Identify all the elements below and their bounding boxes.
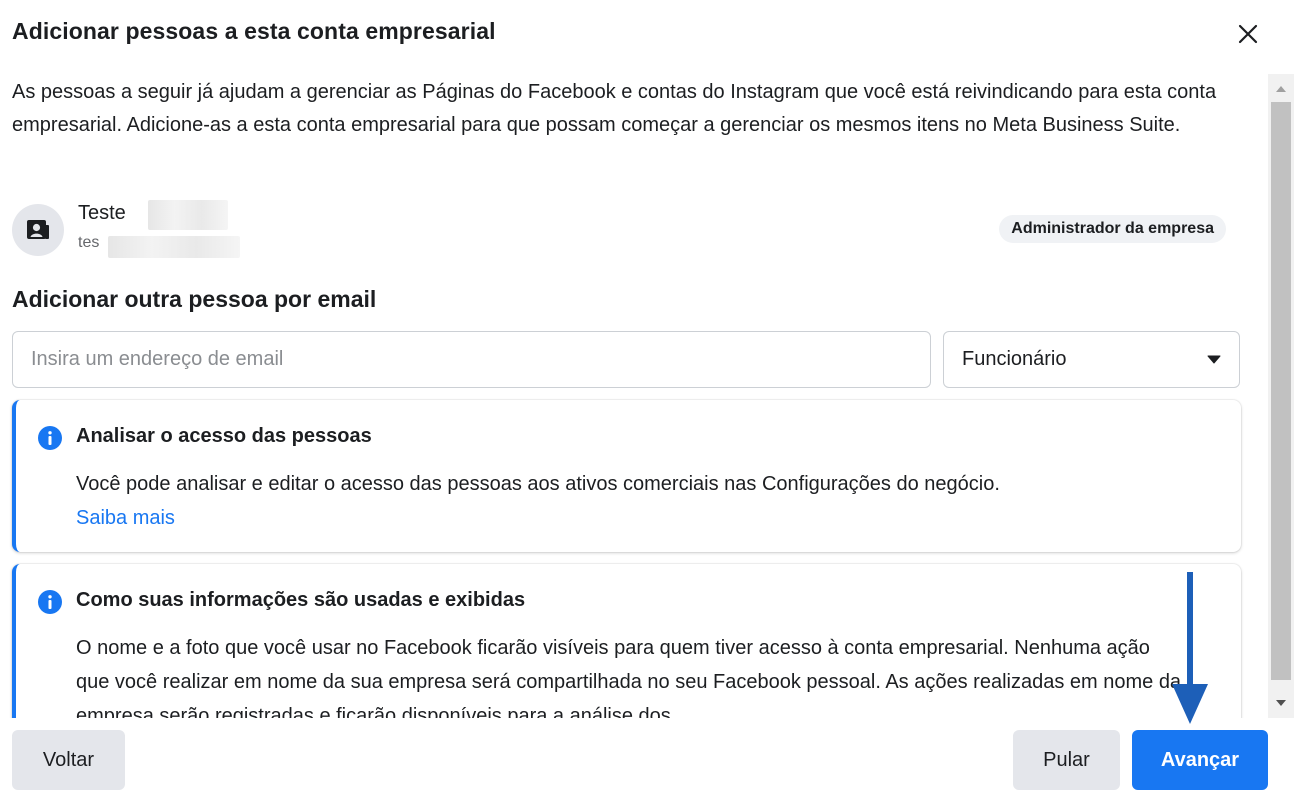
business-person-icon bbox=[27, 220, 49, 239]
info-card-privacy: Como suas informações são usadas e exibi… bbox=[12, 564, 1241, 718]
card-body-text: Você pode analisar e editar o acesso das… bbox=[76, 473, 1000, 495]
next-button[interactable]: Avançar bbox=[1132, 730, 1268, 790]
card-title: Como suas informações são usadas e exibi… bbox=[76, 589, 526, 611]
person-name: Teste bbox=[78, 202, 126, 224]
learn-more-link[interactable]: Saiba mais bbox=[76, 507, 175, 529]
dialog-footer: Voltar Pular Avançar bbox=[0, 718, 1294, 795]
scroll-down-button[interactable] bbox=[1268, 694, 1294, 712]
add-person-title: Adicionar outra pessoa por email bbox=[12, 286, 377, 312]
info-icon bbox=[38, 590, 62, 614]
skip-button[interactable]: Pular bbox=[1013, 730, 1120, 790]
card-body-text: O nome e a foto que você usar no Faceboo… bbox=[76, 637, 1182, 718]
scroll-thumb[interactable] bbox=[1271, 102, 1291, 680]
info-icon bbox=[38, 426, 62, 450]
role-select-value: Funcionário bbox=[962, 348, 1067, 370]
scroll-up-button[interactable] bbox=[1268, 80, 1294, 98]
role-select[interactable]: Funcionário bbox=[943, 331, 1240, 388]
close-button[interactable] bbox=[1232, 18, 1264, 50]
scroll-up-icon bbox=[1276, 86, 1286, 92]
card-title: Analisar o acesso das pessoas bbox=[76, 425, 372, 447]
role-badge: Administrador da empresa bbox=[999, 215, 1226, 243]
close-icon bbox=[1238, 24, 1258, 44]
dialog-title: Adicionar pessoas a esta conta empresari… bbox=[12, 18, 496, 44]
caret-down-icon bbox=[1207, 355, 1221, 364]
person-email: tes bbox=[78, 234, 100, 251]
avatar bbox=[12, 204, 64, 256]
redacted-email bbox=[108, 236, 240, 258]
redacted-name bbox=[148, 200, 228, 230]
dialog-content: As pessoas a seguir já ajudam a gerencia… bbox=[0, 70, 1266, 718]
intro-text: As pessoas a seguir já ajudam a gerencia… bbox=[12, 81, 1217, 136]
scroll-down-icon bbox=[1276, 700, 1286, 706]
person-row: Teste tes Administrador da empresa bbox=[12, 200, 1232, 260]
info-card-access: Analisar o acesso das pessoas Você pode … bbox=[12, 400, 1241, 552]
scrollbar[interactable] bbox=[1268, 74, 1294, 718]
back-button[interactable]: Voltar bbox=[12, 730, 125, 790]
email-input[interactable] bbox=[12, 331, 931, 388]
card-body: Você pode analisar e editar o acesso das… bbox=[76, 467, 1186, 535]
